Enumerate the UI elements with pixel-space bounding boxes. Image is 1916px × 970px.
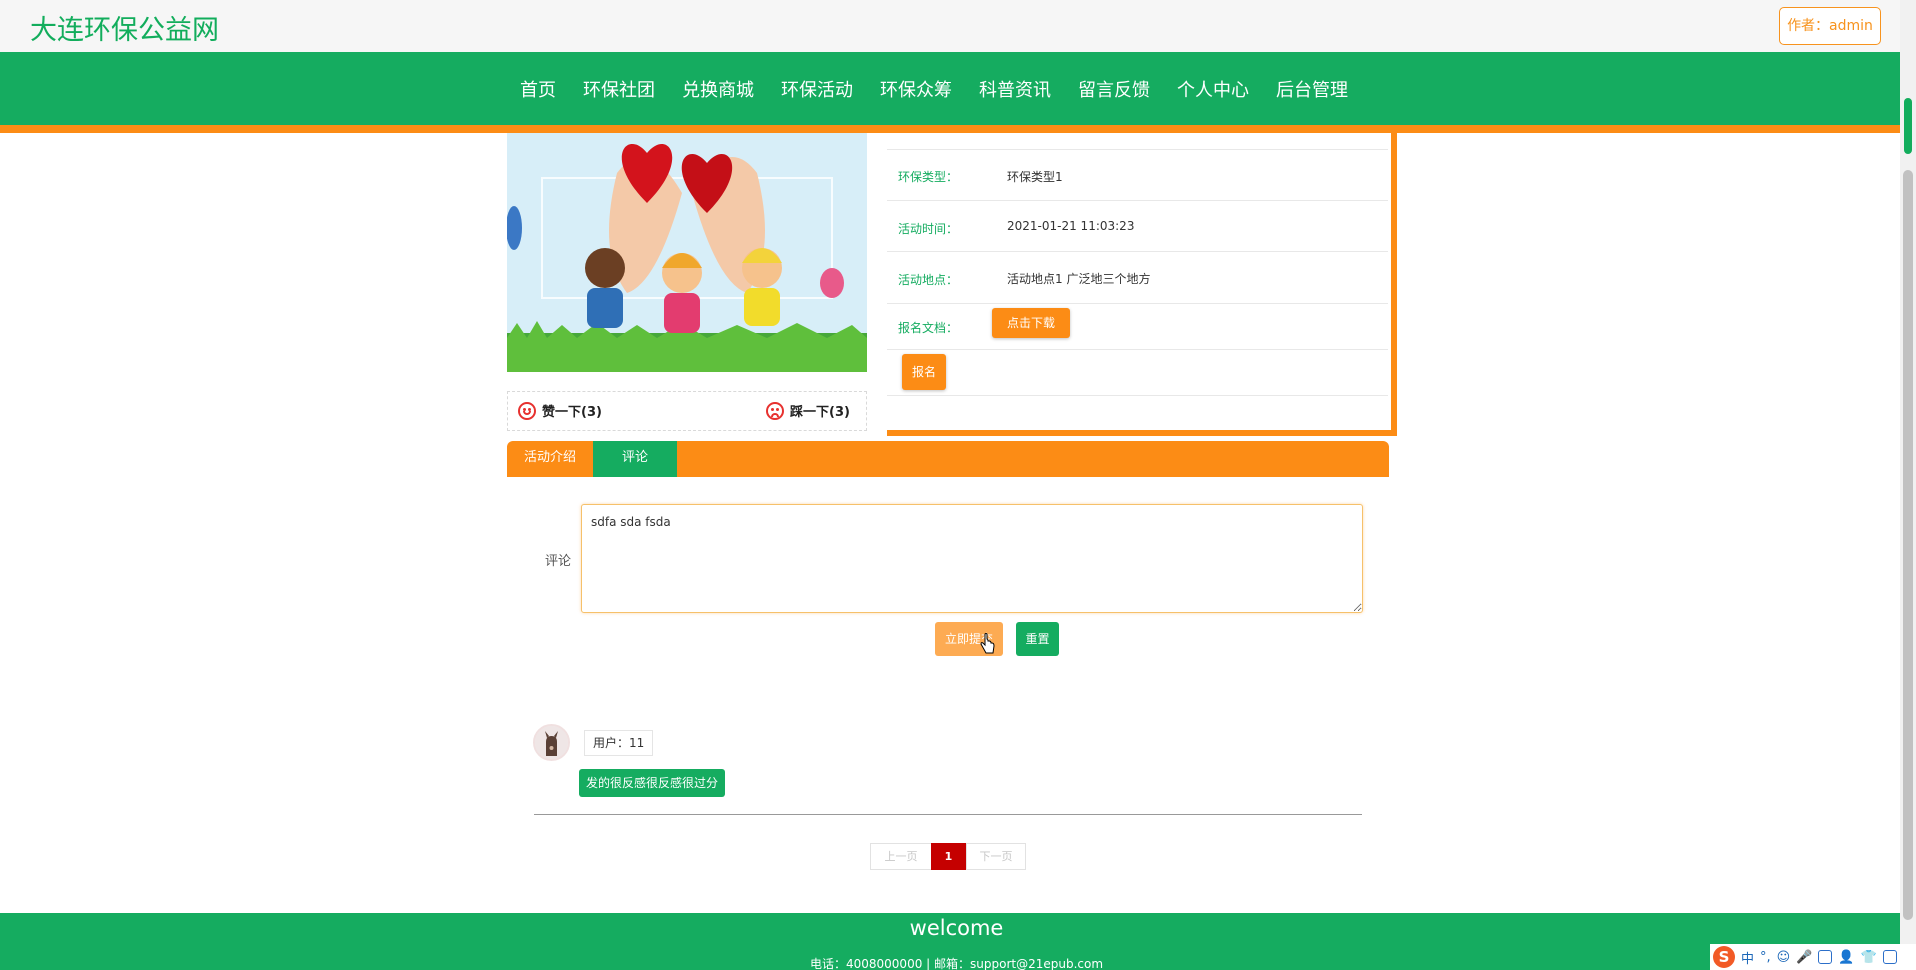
- scroll-thumb[interactable]: [1903, 170, 1913, 920]
- time-value: 2021-01-21 11:03:23: [1007, 219, 1135, 233]
- place-label: 活动地点：: [898, 273, 959, 287]
- microphone-icon[interactable]: 🎤: [1796, 950, 1812, 965]
- nav-item-home[interactable]: 首页: [520, 76, 556, 102]
- punctuation-icon[interactable]: °,: [1760, 950, 1771, 965]
- activity-image: [507, 133, 867, 372]
- smile-face-icon: [518, 401, 536, 420]
- pagination-next[interactable]: 下一页: [966, 843, 1026, 870]
- skin-icon[interactable]: 👕: [1861, 950, 1877, 965]
- nav-item-shop[interactable]: 兑换商城: [682, 76, 754, 102]
- keyboard-icon[interactable]: [1818, 950, 1833, 964]
- nav-accent-stripe: [0, 125, 1900, 133]
- comment-divider: [534, 814, 1362, 815]
- reset-button[interactable]: 重置: [1016, 622, 1059, 656]
- time-label: 活动时间：: [898, 222, 959, 236]
- type-value: 环保类型1: [1007, 170, 1063, 184]
- ime-mode[interactable]: 中: [1741, 948, 1754, 967]
- like-label: 赞一下(3): [542, 405, 602, 420]
- scroll-top-indicator: [1904, 98, 1912, 154]
- nav-item-admin[interactable]: 后台管理: [1276, 76, 1348, 102]
- nav-item-profile[interactable]: 个人中心: [1177, 76, 1249, 102]
- author-button[interactable]: 作者：admin: [1779, 7, 1881, 45]
- tab-introduction[interactable]: 活动介绍: [507, 441, 593, 477]
- sogou-logo-icon[interactable]: S: [1713, 946, 1735, 968]
- footer-title: welcome: [909, 916, 1004, 940]
- footer-contact: 电话：4008000000 | 邮箱：support@21epub.com: [809, 957, 1104, 970]
- main-nav: 首页 环保社团 兑换商城 环保活动 环保众筹 科普资讯 留言反馈 个人中心 后台…: [0, 52, 1900, 125]
- comment-label: 评论: [545, 554, 572, 569]
- comment-user: 用户：11: [584, 730, 654, 756]
- detail-tabs: 活动介绍 评论: [507, 441, 1389, 477]
- info-row-time: 活动时间： 2021-01-21 11:03:23: [887, 201, 1388, 252]
- activity-details: 环保类型： 环保类型1 活动时间： 2021-01-21 11:03:23 活动…: [887, 133, 1397, 436]
- download-button[interactable]: 点击下载: [992, 308, 1070, 338]
- nav-item-clubs[interactable]: 环保社团: [583, 76, 655, 102]
- info-row-top: [887, 133, 1388, 150]
- pagination-prev[interactable]: 上一页: [870, 843, 932, 870]
- nav-item-activities[interactable]: 环保活动: [781, 76, 853, 102]
- like-button[interactable]: 赞一下(3): [518, 401, 602, 420]
- vote-box: 赞一下(3) 踩一下(3): [507, 391, 867, 431]
- emoji-icon[interactable]: ☺: [1777, 950, 1791, 965]
- nav-item-news[interactable]: 科普资讯: [979, 76, 1051, 102]
- top-bar: 大连环保公益网 作者：admin: [0, 0, 1900, 52]
- pagination-current[interactable]: 1: [931, 843, 966, 870]
- tab-comments[interactable]: 评论: [593, 441, 677, 477]
- frown-face-icon: [766, 401, 784, 420]
- ime-toolbar: S 中 °, ☺ 🎤 👤 👕: [1710, 944, 1916, 970]
- toolbox-icon[interactable]: [1882, 950, 1897, 964]
- signup-button[interactable]: 报名: [902, 354, 946, 390]
- info-row-place: 活动地点： 活动地点1 广泛地三个地方: [887, 252, 1388, 304]
- nav-item-feedback[interactable]: 留言反馈: [1078, 76, 1150, 102]
- info-row-type: 环保类型： 环保类型1: [887, 150, 1388, 201]
- comment-input[interactable]: sdfa sda fsda: [581, 504, 1363, 613]
- info-row-signup: 报名: [887, 350, 1388, 396]
- footer: welcome 电话：4008000000 | 邮箱：support@21epu…: [0, 913, 1900, 970]
- place-value: 活动地点1 广泛地三个地方: [1007, 272, 1151, 286]
- hand-cursor-icon: [980, 633, 995, 654]
- info-row-document: 报名文档： 点击下载: [887, 304, 1388, 350]
- doc-label: 报名文档：: [898, 321, 959, 335]
- type-label: 环保类型：: [898, 170, 959, 184]
- comment-content: 发的很反感很反感很过分: [579, 769, 726, 797]
- dislike-button[interactable]: 踩一下(3): [766, 401, 850, 420]
- user-icon[interactable]: 👤: [1838, 950, 1854, 965]
- scrollbar[interactable]: [1900, 0, 1916, 970]
- dislike-label: 踩一下(3): [790, 405, 850, 420]
- nav-item-crowdfunding[interactable]: 环保众筹: [880, 76, 952, 102]
- avatar: [533, 724, 570, 761]
- site-title[interactable]: 大连环保公益网: [30, 8, 219, 47]
